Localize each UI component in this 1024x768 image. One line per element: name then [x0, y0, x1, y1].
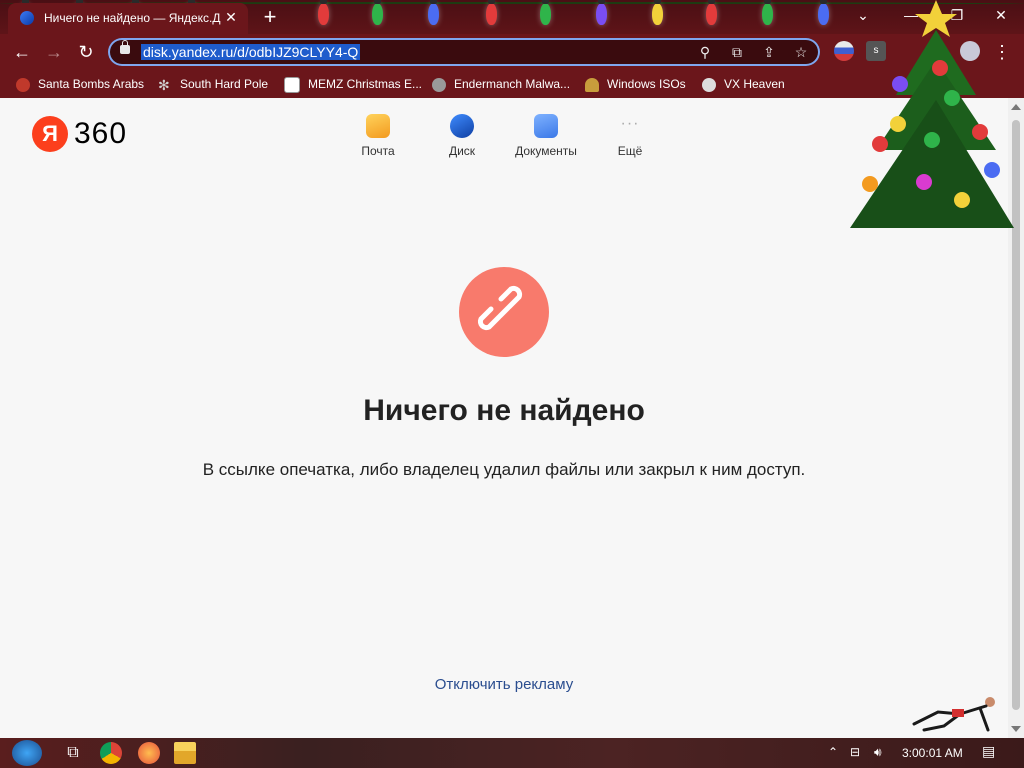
christmas-light	[762, 0, 773, 25]
christmas-light	[596, 0, 607, 25]
translate-icon[interactable]: ⧉	[728, 43, 746, 61]
bookmark-label: VX Heaven	[724, 77, 785, 91]
task-view-icon[interactable]: ⧉	[62, 742, 84, 764]
address-bar[interactable]: disk.yandex.ru/d/odbIJZ9CLYY4-Q ⚲ ⧉ ⇪ ☆	[108, 38, 820, 66]
tab-close-icon[interactable]: ✕	[222, 8, 240, 26]
back-button[interactable]: ←	[10, 40, 34, 64]
ornament	[944, 90, 960, 106]
ornament	[924, 132, 940, 148]
figure-shorts	[952, 709, 964, 717]
christmas-light	[540, 0, 551, 25]
service-mail[interactable]: Почта	[338, 114, 418, 158]
memz-icon	[284, 76, 300, 93]
bookmark-item[interactable]: VX Heaven	[702, 76, 785, 92]
christmas-light	[818, 0, 829, 25]
figure-icon	[585, 77, 599, 92]
bookmark-item[interactable]: Santa Bombs Arabs	[16, 76, 144, 92]
bookmark-item[interactable]: Windows ISOs	[585, 76, 686, 92]
mail-icon	[366, 114, 390, 138]
christmas-light	[318, 0, 329, 25]
more-icon: ···	[620, 115, 640, 132]
ornament	[984, 162, 1000, 178]
volume-icon[interactable]: 🔊︎	[874, 745, 882, 760]
reload-button[interactable]: ↻	[74, 40, 98, 64]
running-figure-overlay	[912, 697, 995, 732]
bookmark-label: MEMZ Christmas E...	[308, 77, 423, 91]
scroll-down-arrow-icon[interactable]	[1011, 726, 1021, 732]
service-label: Ещё	[617, 144, 643, 158]
bookmark-label: Windows ISOs	[607, 77, 686, 91]
lock-icon	[120, 40, 130, 54]
forward-button[interactable]: →	[42, 40, 66, 64]
page-title: Ничего не найдено	[363, 394, 645, 427]
start-button-icon[interactable]	[12, 740, 42, 766]
broken-link-badge	[459, 267, 549, 357]
christmas-light	[428, 0, 439, 25]
bookmark-label: Santa Bombs Arabs	[38, 77, 145, 91]
notifications-icon[interactable]: ▤	[982, 743, 995, 760]
file-explorer-icon[interactable]	[174, 742, 196, 764]
snowflake-icon: ✻	[158, 76, 170, 93]
broken-link-icon	[477, 285, 523, 331]
browser-tab[interactable]: Ничего не найдено — Яндекс.Д ✕	[8, 3, 248, 34]
firefox-taskbar-icon[interactable]	[138, 742, 160, 764]
bookmark-item[interactable]: Endermanch Malwa...	[432, 76, 570, 92]
service-label: Диск	[448, 144, 476, 158]
url-text[interactable]: disk.yandex.ru/d/odbIJZ9CLYY4-Q	[141, 44, 361, 60]
bookmark-label: Endermanch Malwa...	[454, 77, 571, 91]
bookmark-item[interactable]: MEMZ Christmas E...	[284, 76, 423, 93]
ornament	[862, 176, 878, 192]
windows-taskbar: ⧉ ⌃ ⊟ 🔊︎ 3:00:01 AM ▤	[0, 738, 1024, 768]
ornament	[972, 124, 988, 140]
network-icon[interactable]: ⊟	[850, 745, 860, 759]
bookmark-star-icon[interactable]: ☆	[792, 43, 810, 61]
ornament	[892, 76, 908, 92]
documents-icon	[534, 114, 558, 138]
service-label: Документы	[515, 144, 577, 158]
christmas-light	[372, 0, 383, 25]
bookmark-item[interactable]: ✻ South Hard Pole	[158, 76, 268, 92]
taskbar-clock[interactable]: 3:00:01 AM	[902, 746, 963, 760]
search-icon[interactable]: ⚲	[696, 43, 714, 61]
ornament	[916, 174, 932, 190]
figure-arm	[978, 706, 990, 732]
chrome-taskbar-icon[interactable]	[100, 742, 122, 764]
logo-letter: Я	[32, 116, 68, 152]
christmas-light	[706, 0, 717, 25]
ornament	[932, 60, 948, 76]
tray-chevron-icon[interactable]: ⌃	[828, 745, 838, 759]
service-label: Почта	[361, 144, 395, 158]
new-tab-button[interactable]: +	[258, 5, 282, 29]
service-documents[interactable]: Документы	[506, 114, 586, 158]
disk-icon	[450, 114, 474, 138]
raccoon-icon	[432, 77, 446, 92]
bookmark-label: South Hard Pole	[180, 77, 269, 91]
santa-icon	[16, 77, 30, 92]
yandex-disk-favicon-icon	[20, 11, 34, 25]
vx-icon	[702, 77, 716, 92]
ornament	[890, 116, 906, 132]
ornament	[954, 192, 970, 208]
service-more[interactable]: ··· Ещё	[590, 114, 670, 158]
tab-title: Ничего не найдено — Яндекс.Д	[44, 11, 221, 25]
service-disk[interactable]: Диск	[422, 114, 502, 158]
christmas-tree-overlay	[850, 0, 1014, 228]
share-icon[interactable]: ⇪	[760, 43, 778, 61]
christmas-light	[652, 0, 663, 25]
ornament	[872, 136, 888, 152]
logo-number: 360	[74, 117, 128, 150]
error-description: В ссылке опечатка, либо владелец удалил …	[202, 460, 806, 479]
disable-ads-link[interactable]: Отключить рекламу	[0, 676, 1008, 693]
christmas-light	[486, 0, 497, 25]
